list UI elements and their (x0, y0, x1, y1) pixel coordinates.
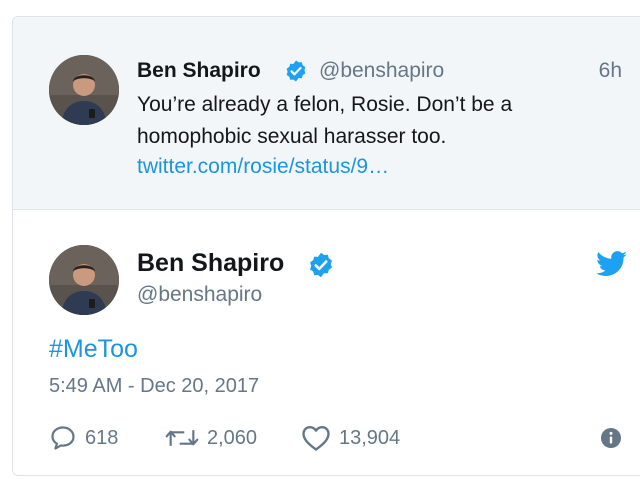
quoted-tweet-text: You’re already a felon, Rosie. Don’t be … (137, 93, 513, 148)
avatar[interactable] (49, 245, 119, 315)
verified-badge-icon (286, 60, 306, 82)
quoted-author-name[interactable]: Ben Shapiro (137, 59, 261, 83)
quoted-tweet[interactable]: Ben Shapiro @benshapiro 6h You’re alread… (13, 17, 640, 210)
avatar[interactable] (49, 55, 119, 125)
avatar-image (49, 55, 119, 125)
twitter-bird-icon[interactable] (596, 251, 628, 277)
retweet-count: 2,060 (207, 426, 258, 449)
verified-badge-icon (310, 252, 332, 278)
reply-button[interactable]: 618 (49, 423, 118, 453)
like-count: 13,904 (339, 426, 401, 449)
author-name[interactable]: Ben Shapiro (137, 249, 284, 278)
avatar-image (49, 245, 119, 315)
tweet-datetime[interactable]: 5:49 AM - Dec 20, 2017 (49, 375, 259, 398)
quoted-timestamp[interactable]: 6h (599, 59, 622, 83)
quoted-author-handle[interactable]: @benshapiro (319, 59, 444, 83)
quoted-tweet-link[interactable]: twitter.com/rosie/status/9… (137, 155, 389, 179)
reply-count: 618 (85, 426, 119, 449)
heart-icon (302, 425, 330, 451)
like-button[interactable]: 13,904 (301, 423, 400, 453)
info-icon[interactable] (600, 427, 622, 449)
embedded-tweet-card: Ben Shapiro @benshapiro 6h You’re alread… (12, 16, 640, 476)
retweet-button[interactable]: 2,060 (165, 423, 257, 453)
author-handle[interactable]: @benshapiro (137, 283, 262, 307)
retweet-icon (165, 430, 199, 446)
reply-icon (51, 426, 75, 450)
hashtag-link[interactable]: #MeToo (49, 335, 138, 364)
